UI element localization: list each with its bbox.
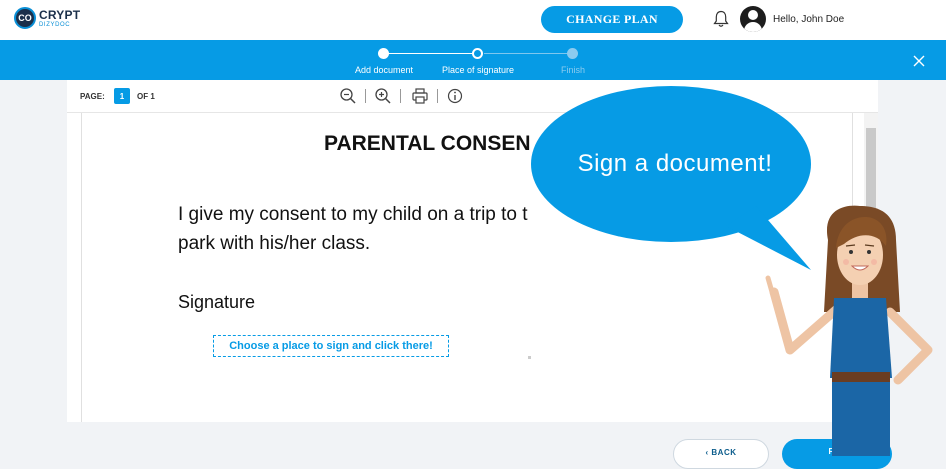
close-icon[interactable] bbox=[911, 53, 927, 69]
crypt-logo[interactable]: CO CRYPT DIZYDOC bbox=[14, 6, 94, 34]
info-icon[interactable] bbox=[446, 87, 464, 105]
avatar-body bbox=[744, 22, 762, 32]
document-body-line: park with his/her class. bbox=[178, 233, 371, 254]
page-speck bbox=[528, 356, 531, 359]
speech-bubble-text: Sign a document! bbox=[577, 150, 773, 177]
step-dot-add-document bbox=[378, 48, 389, 59]
logo-subtitle: DIZYDOC bbox=[39, 22, 71, 28]
page-label: PAGE: bbox=[80, 92, 105, 101]
step-dot-finish bbox=[567, 48, 578, 59]
notification-bell-icon[interactable] bbox=[713, 10, 729, 28]
zoom-in-icon[interactable] bbox=[374, 87, 392, 105]
assistant-character-illustration bbox=[765, 205, 933, 456]
toolbar-divider bbox=[437, 89, 438, 103]
document-body: I give my consent to my child on a trip … bbox=[178, 200, 578, 258]
progress-steps-bar: Add document Place of signature Finish bbox=[0, 40, 946, 80]
step-label-finish: Finish bbox=[560, 65, 586, 75]
user-greeting[interactable]: Hello, John Doe bbox=[773, 14, 844, 25]
step-connector-1 bbox=[389, 53, 473, 54]
step-label-add-document: Add document bbox=[354, 65, 414, 75]
document-title: PARENTAL CONSEN bbox=[324, 132, 531, 155]
document-body-line: I give my consent to my child on a trip … bbox=[178, 204, 528, 225]
logo-wordmark: CRYPT bbox=[39, 8, 81, 22]
step-connector-2 bbox=[484, 53, 568, 54]
logo-badge: CO bbox=[14, 7, 36, 29]
toolbar-divider bbox=[400, 89, 401, 103]
toolbar-divider bbox=[365, 89, 366, 103]
step-label-place-of-signature: Place of signature bbox=[441, 65, 515, 75]
zoom-out-icon[interactable] bbox=[339, 87, 357, 105]
signature-label: Signature bbox=[178, 292, 256, 312]
page-total: OF 1 bbox=[137, 92, 155, 101]
back-button[interactable]: ‹ BACK bbox=[673, 439, 769, 469]
avatar-head bbox=[748, 10, 758, 20]
sign-here-placeholder[interactable]: Choose a place to sign and click there! bbox=[213, 335, 449, 357]
user-avatar[interactable] bbox=[740, 6, 766, 32]
change-plan-button[interactable]: CHANGE PLAN bbox=[541, 6, 683, 33]
top-header: CO CRYPT DIZYDOC CHANGE PLAN Hello, John… bbox=[0, 0, 946, 40]
print-icon[interactable] bbox=[411, 87, 429, 105]
page-number-input[interactable]: 1 bbox=[114, 88, 130, 104]
step-dot-place-of-signature bbox=[472, 48, 483, 59]
scrollbar-thumb[interactable] bbox=[866, 128, 876, 208]
